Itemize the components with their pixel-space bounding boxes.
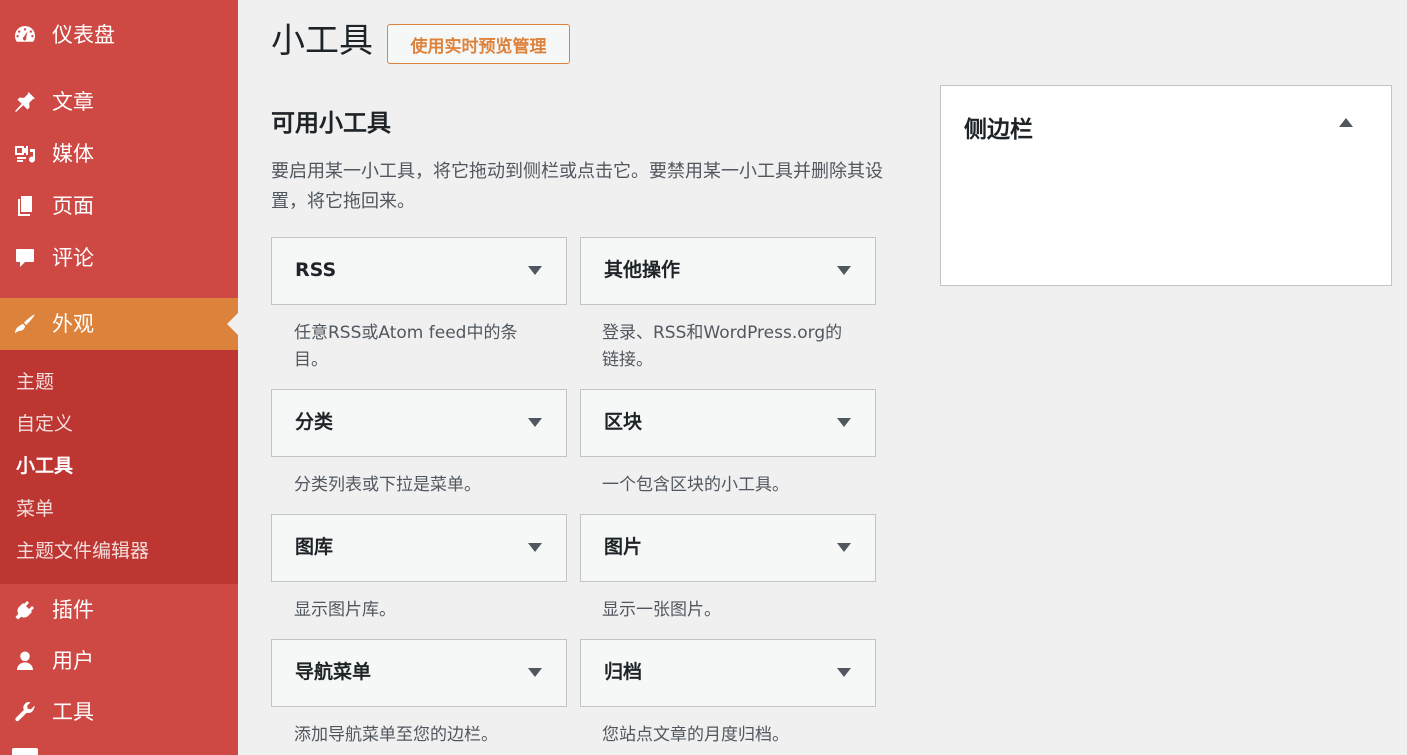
- chevron-down-icon[interactable]: [528, 266, 542, 275]
- menu-item-media[interactable]: 媒体: [0, 128, 238, 180]
- dashboard-icon: [12, 22, 38, 48]
- widget-meta[interactable]: 其他操作: [580, 237, 876, 305]
- menu-item-appearance[interactable]: 外观: [0, 298, 238, 350]
- paintbrush-icon: [12, 311, 38, 337]
- widget-title: RSS: [295, 259, 337, 281]
- menu-label-dashboard: 仪表盘: [52, 22, 115, 47]
- widget-image[interactable]: 图片: [580, 514, 876, 582]
- admin-menu: 仪表盘 文章 媒体 页面 评论 外观 主题 自定义 小工具 菜单 主题文件编辑器…: [0, 0, 238, 755]
- widget-nav-menu[interactable]: 导航菜单: [271, 639, 567, 707]
- comment-icon: [12, 245, 38, 271]
- widget-title: 图片: [604, 536, 643, 558]
- widget-title: 归档: [604, 661, 643, 683]
- user-icon: [12, 648, 38, 674]
- chevron-down-icon[interactable]: [837, 668, 851, 677]
- widget-archives[interactable]: 归档: [580, 639, 876, 707]
- menu-label-appearance: 外观: [52, 311, 94, 336]
- menu-label-media: 媒体: [52, 141, 94, 166]
- menu-label-tools: 工具: [52, 699, 94, 724]
- widget-title: 分类: [295, 411, 334, 433]
- widget-rss[interactable]: RSS: [271, 237, 567, 305]
- menu-label-users: 用户: [52, 648, 94, 673]
- submenu-item-theme-editor[interactable]: 主题文件编辑器: [16, 542, 149, 561]
- menu-item-dashboard[interactable]: 仪表盘: [0, 9, 238, 61]
- sidebar-area-title[interactable]: 侧边栏: [964, 119, 1033, 142]
- pushpin-icon: [12, 89, 38, 115]
- menu-item-pages[interactable]: 页面: [0, 180, 238, 232]
- submenu-item-menus[interactable]: 菜单: [16, 500, 54, 519]
- widget-description: 分类列表或下拉是菜单。: [294, 475, 481, 495]
- widget-description: 添加导航菜单至您的边栏。: [294, 725, 498, 745]
- menu-label-plugins: 插件: [52, 597, 94, 622]
- menu-label-pages: 页面: [52, 193, 94, 218]
- menu-label-comments: 评论: [52, 245, 94, 270]
- widget-categories[interactable]: 分类: [271, 389, 567, 457]
- widget-description: 显示一张图片。: [602, 600, 721, 620]
- submenu-item-widgets[interactable]: 小工具: [16, 457, 73, 476]
- plugin-icon: [12, 597, 38, 623]
- widget-title: 区块: [604, 411, 643, 433]
- menu-item-users[interactable]: 用户: [0, 635, 238, 687]
- chevron-down-icon[interactable]: [528, 543, 542, 552]
- sidebar-widget-area: 侧边栏: [940, 85, 1392, 286]
- chevron-down-icon[interactable]: [528, 418, 542, 427]
- available-widgets-heading: 可用小工具: [271, 109, 391, 137]
- widget-title: 其他操作: [604, 259, 681, 281]
- widget-block[interactable]: 区块: [580, 389, 876, 457]
- chevron-up-icon[interactable]: [1339, 118, 1353, 130]
- submenu-item-themes[interactable]: 主题: [16, 373, 54, 392]
- widget-description: 显示图片库。: [294, 600, 396, 620]
- appearance-submenu: 主题 自定义 小工具 菜单 主题文件编辑器: [0, 350, 238, 584]
- widget-description: 任意RSS或Atom feed中的条目。: [294, 323, 518, 370]
- chevron-down-icon[interactable]: [837, 543, 851, 552]
- submenu-item-customize[interactable]: 自定义: [16, 415, 73, 434]
- widget-description: 一个包含区块的小工具。: [602, 475, 789, 495]
- widget-description: 您站点文章的月度归档。: [602, 725, 789, 745]
- menu-item-comments[interactable]: 评论: [0, 232, 238, 284]
- media-icon: [12, 141, 38, 167]
- page-title: 小工具: [271, 21, 373, 61]
- widget-title: 导航菜单: [295, 661, 372, 683]
- wrench-icon: [12, 699, 38, 725]
- menu-item-posts[interactable]: 文章: [0, 76, 238, 128]
- available-widgets-description: 要启用某一小工具，将它拖动到侧栏或点击它。要禁用某一小工具并删除其设置，将它拖回…: [271, 161, 883, 212]
- widget-description: 登录、RSS和WordPress.org的链接。: [602, 323, 843, 370]
- menu-item-plugins[interactable]: 插件: [0, 584, 238, 636]
- chevron-down-icon[interactable]: [528, 668, 542, 677]
- widget-title: 图库: [295, 536, 334, 558]
- settings-icon: [12, 748, 38, 755]
- chevron-down-icon[interactable]: [837, 418, 851, 427]
- menu-label-posts: 文章: [52, 89, 94, 114]
- chevron-down-icon[interactable]: [837, 266, 851, 275]
- menu-item-tools[interactable]: 工具: [0, 686, 238, 738]
- live-preview-button[interactable]: 使用实时预览管理: [387, 24, 570, 64]
- pages-icon: [12, 193, 38, 219]
- widget-gallery[interactable]: 图库: [271, 514, 567, 582]
